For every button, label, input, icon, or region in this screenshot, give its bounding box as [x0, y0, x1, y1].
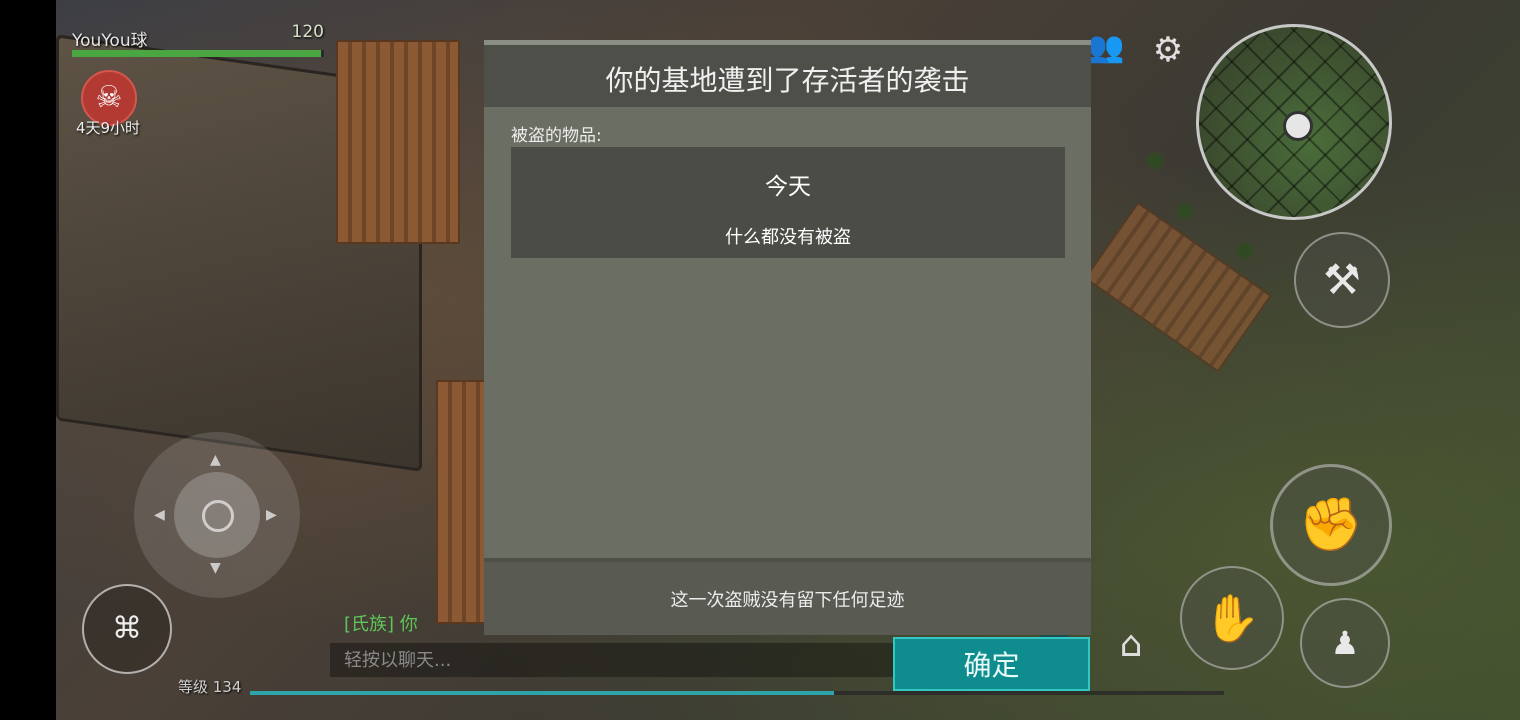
- xp-bar: [250, 691, 1224, 695]
- dialog-header: 你的基地遭到了存活者的袭击: [484, 45, 1091, 107]
- arrow-up-icon: ▲: [210, 452, 221, 468]
- raid-report-dialog: 你的基地遭到了存活者的袭击 被盗的物品: 今天 什么都没有被盗 这一次盗贼没有留…: [484, 40, 1091, 635]
- player-name: YouYou球: [72, 31, 148, 51]
- binoculars-button[interactable]: ⌘: [82, 584, 172, 674]
- health-bar: [72, 50, 324, 57]
- arrow-right-icon: ▶: [266, 507, 277, 523]
- hand-icon: ✋: [1203, 591, 1261, 645]
- arrow-down-icon: ▼: [210, 560, 221, 576]
- stolen-items-text: 什么都没有被盗: [725, 227, 851, 248]
- hammer-saw-icon: ⚒: [1323, 255, 1361, 304]
- attack-button[interactable]: ✊: [1270, 464, 1392, 586]
- movement-joystick[interactable]: ▲ ▼ ◀ ▶: [134, 432, 300, 598]
- stolen-day-heading: 今天: [765, 174, 811, 200]
- crop-plant: [1176, 200, 1194, 222]
- player-location-icon: [1283, 111, 1313, 141]
- confirm-button[interactable]: 确定: [893, 637, 1090, 691]
- joystick-knob[interactable]: [174, 472, 260, 558]
- minimap[interactable]: [1196, 24, 1392, 220]
- raid-timer: 4天9小时: [75, 119, 141, 137]
- clan-icon[interactable]: 👥: [1086, 30, 1126, 70]
- xp-bar-fill: [250, 691, 835, 695]
- crouch-icon: ♟: [1330, 624, 1360, 662]
- wooden-wall: [1083, 201, 1273, 373]
- backpack-icon[interactable]: ⌂: [1108, 624, 1154, 670]
- dialog-footer: 这一次盗贼没有留下任何足迹: [484, 562, 1091, 635]
- fist-icon: ✊: [1298, 495, 1364, 555]
- footer-message: 这一次盗贼没有留下任何足迹: [670, 590, 905, 611]
- crop-plant: [1146, 150, 1164, 172]
- stolen-items-panel: 今天 什么都没有被盗: [511, 147, 1065, 258]
- chat-last-message: [氏族] 你: [344, 614, 418, 635]
- xp-level-label: 等级 134: [178, 678, 242, 696]
- arrow-left-icon: ◀: [154, 507, 165, 523]
- wooden-wall: [336, 40, 460, 244]
- craft-button[interactable]: ⚒: [1294, 232, 1390, 328]
- dialog-title: 你的基地遭到了存活者的袭击: [605, 64, 970, 97]
- interact-button[interactable]: ✋: [1180, 566, 1284, 670]
- joystick-center-icon: [202, 500, 234, 532]
- health-bar-fill: [72, 50, 322, 57]
- stolen-items-label: 被盗的物品:: [511, 126, 602, 146]
- binoculars-icon: ⌘: [112, 611, 142, 646]
- crop-plant: [1236, 240, 1254, 262]
- player-level-badge: 120: [291, 22, 324, 42]
- gear-icon[interactable]: ⚙: [1148, 30, 1188, 70]
- chat-input[interactable]: [330, 643, 896, 677]
- crouch-button[interactable]: ♟: [1300, 598, 1390, 688]
